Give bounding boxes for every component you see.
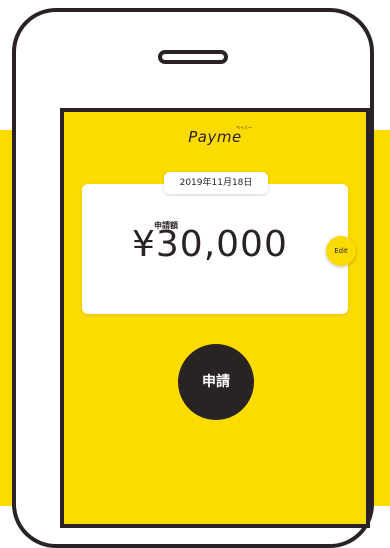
app-logo: Payme bbox=[188, 128, 242, 146]
phone-speaker bbox=[158, 50, 228, 64]
edit-button[interactable]: Edit bbox=[326, 236, 356, 266]
amount-value: ¥30,000 bbox=[132, 224, 288, 265]
app-logo-reading: ペイミー bbox=[236, 125, 252, 130]
apply-button[interactable]: 申請 bbox=[178, 344, 254, 420]
app-screen: Payme ペイミー 申請額 ¥30,000 2019年11月18日 Edit … bbox=[60, 108, 370, 528]
request-amount-card: 申請額 ¥30,000 bbox=[82, 184, 348, 314]
date-badge: 2019年11月18日 bbox=[164, 172, 268, 194]
phone-frame: Payme ペイミー 申請額 ¥30,000 2019年11月18日 Edit … bbox=[12, 8, 374, 548]
